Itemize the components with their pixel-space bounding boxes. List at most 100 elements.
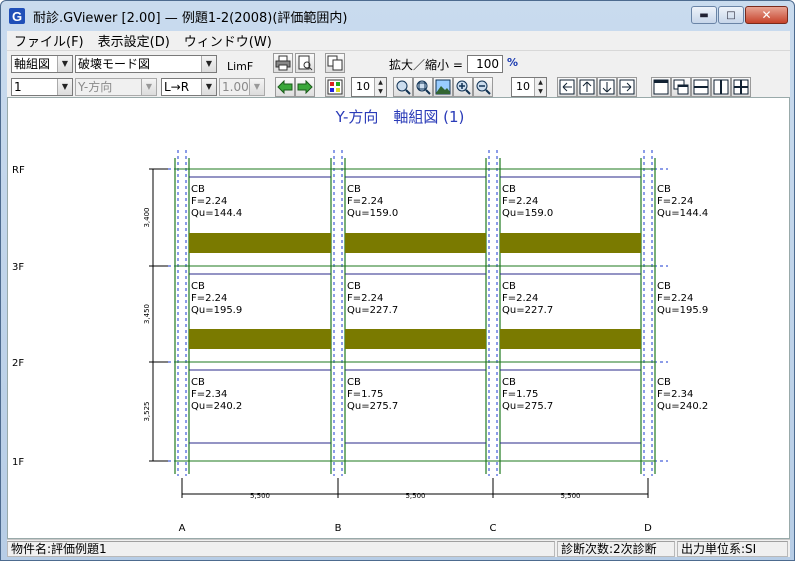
cell-qu-value: Qu=195.9 xyxy=(657,305,708,316)
axis-label: C xyxy=(490,523,497,534)
copy-button[interactable] xyxy=(325,53,345,73)
chevron-down-icon: ▼ xyxy=(201,79,216,95)
preview-button[interactable] xyxy=(295,53,315,73)
hinge-band xyxy=(189,329,331,349)
zoom-input[interactable]: 100 xyxy=(467,55,503,73)
cell-qu-value: Qu=195.9 xyxy=(191,305,242,316)
arrow-left-icon xyxy=(277,80,293,94)
layout-horizontal-button[interactable] xyxy=(691,77,711,97)
hinge-band xyxy=(345,329,486,349)
cell-qu-value: Qu=240.2 xyxy=(657,401,708,412)
story-height-label: 3,400 xyxy=(143,207,151,227)
cell-f-value: F=2.24 xyxy=(191,196,227,207)
chevron-down-icon: ▼ xyxy=(249,79,264,95)
axis-label: B xyxy=(335,523,342,534)
hinge-band xyxy=(500,329,641,349)
cell-qu-value: Qu=275.7 xyxy=(347,401,398,412)
cell-f-value: F=2.24 xyxy=(657,293,693,304)
span-label: 5,500 xyxy=(405,492,425,500)
cell-f-value: F=2.24 xyxy=(657,196,693,207)
font-size-spinner[interactable]: 10 ▲ ▼ xyxy=(351,77,387,97)
cell-qu-value: Qu=275.7 xyxy=(502,401,553,412)
cell-f-value: F=2.24 xyxy=(191,293,227,304)
cell-grade: CB xyxy=(502,377,516,388)
limf-label: LimF xyxy=(227,60,254,73)
menu-file[interactable]: ファイル(F) xyxy=(7,31,91,50)
layout-vertical-button[interactable] xyxy=(711,77,731,97)
copy-icon xyxy=(327,55,343,71)
image-button[interactable] xyxy=(433,77,453,97)
cell-grade: CB xyxy=(502,184,516,195)
image-icon xyxy=(435,79,451,95)
cell-f-value: F=2.24 xyxy=(347,196,383,207)
next-button[interactable] xyxy=(295,77,315,97)
story-height-label: 3,525 xyxy=(143,401,151,421)
zoom-out-button[interactable] xyxy=(473,77,493,97)
layout-cascade-button[interactable] xyxy=(671,77,691,97)
factor-select[interactable]: 1.00 ▼ xyxy=(219,78,265,96)
window-cascade-icon xyxy=(673,79,689,95)
zoom-area-button[interactable] xyxy=(393,77,413,97)
cell-grade: CB xyxy=(191,377,205,388)
scroll-down-button[interactable] xyxy=(597,77,617,97)
menu-window[interactable]: ウィンドウ(W) xyxy=(177,31,279,50)
cell-f-value: F=1.75 xyxy=(347,389,383,400)
arrow-up-box-icon xyxy=(579,79,595,95)
layout-single-button[interactable] xyxy=(651,77,671,97)
menu-display-settings[interactable]: 表示設定(D) xyxy=(91,31,177,50)
window-title: 耐診.GViewer [2.00] — 例題1-2(2008)(評価範囲内) xyxy=(33,10,348,26)
axis-label: D xyxy=(644,523,652,534)
cell-qu-value: Qu=144.4 xyxy=(191,208,242,219)
status-bar: 物件名:評価例題1 診断次数:2次診断 出力単位系:SI xyxy=(7,539,790,557)
mode-select-value: 破壊モード図 xyxy=(78,57,151,71)
zoom-out-icon xyxy=(476,80,491,95)
arrow-right-box-icon xyxy=(619,79,635,95)
window-single-icon xyxy=(653,79,669,95)
window-tile-grid-icon xyxy=(733,79,749,95)
step-spinner[interactable]: 10 ▲ ▼ xyxy=(511,77,547,97)
zoom-in-button[interactable] xyxy=(453,77,473,97)
cell-grade: CB xyxy=(191,281,205,292)
chevron-down-icon: ▼ xyxy=(57,79,72,95)
print-button[interactable] xyxy=(273,53,293,73)
drawing-canvas[interactable]: Y-方向 軸組図 (1) RF 3F 2F 1F 3,400 3,450 3,525 5,50… xyxy=(7,97,790,539)
spinner-arrows-icon[interactable]: ▲ ▼ xyxy=(534,78,546,96)
minimize-button[interactable]: ▬ xyxy=(691,6,717,24)
layout-grid-button[interactable] xyxy=(731,77,751,97)
zoom-unit: % xyxy=(507,56,519,69)
zoom-fit-button[interactable] xyxy=(413,77,433,97)
cell-qu-value: Qu=227.7 xyxy=(502,305,553,316)
frame-select-value: 1 xyxy=(14,80,22,94)
app-window: G 耐診.GViewer [2.00] — 例題1-2(2008)(評価範囲内)… xyxy=(0,0,795,561)
prev-button[interactable] xyxy=(275,77,295,97)
maximize-icon: □ xyxy=(726,9,736,21)
scroll-left-button[interactable] xyxy=(557,77,577,97)
cell-grade: CB xyxy=(657,377,671,388)
spinner-arrows-icon[interactable]: ▲ ▼ xyxy=(374,78,386,96)
arrow-left-box-icon xyxy=(559,79,575,95)
direction-select[interactable]: Y-方向 ▼ xyxy=(75,78,157,96)
chevron-down-icon: ▼ xyxy=(141,79,156,95)
axis-label: A xyxy=(179,523,186,534)
order-select[interactable]: L→R ▼ xyxy=(161,78,217,96)
frame-select[interactable]: 1 ▼ xyxy=(11,78,73,96)
diagram-title: Y-方向 軸組図 (1) xyxy=(335,108,465,126)
chevron-down-icon: ▼ xyxy=(201,56,216,72)
font-size-value: 10 xyxy=(356,80,370,93)
settings-button[interactable] xyxy=(325,77,345,97)
title-bar[interactable]: G 耐診.GViewer [2.00] — 例題1-2(2008)(評価範囲内)… xyxy=(1,1,794,31)
palette-icon xyxy=(327,79,343,95)
maximize-button[interactable]: □ xyxy=(718,6,744,24)
scroll-up-button[interactable] xyxy=(577,77,597,97)
cell-grade: CB xyxy=(502,281,516,292)
cell-f-value: F=2.34 xyxy=(657,389,693,400)
mode-select[interactable]: 破壊モード図 ▼ xyxy=(75,55,217,73)
scroll-right-button[interactable] xyxy=(617,77,637,97)
factor-select-value: 1.00 xyxy=(222,80,249,94)
close-button[interactable]: ✕ xyxy=(745,6,788,24)
step-value: 10 xyxy=(516,80,530,93)
view-select[interactable]: 軸組図 ▼ xyxy=(11,55,73,73)
minimize-icon: ▬ xyxy=(699,9,709,21)
frame-diagram: Y-方向 軸組図 (1) RF 3F 2F 1F 3,400 3,450 3,525 5,50… xyxy=(12,108,708,534)
hinge-band xyxy=(345,233,486,253)
